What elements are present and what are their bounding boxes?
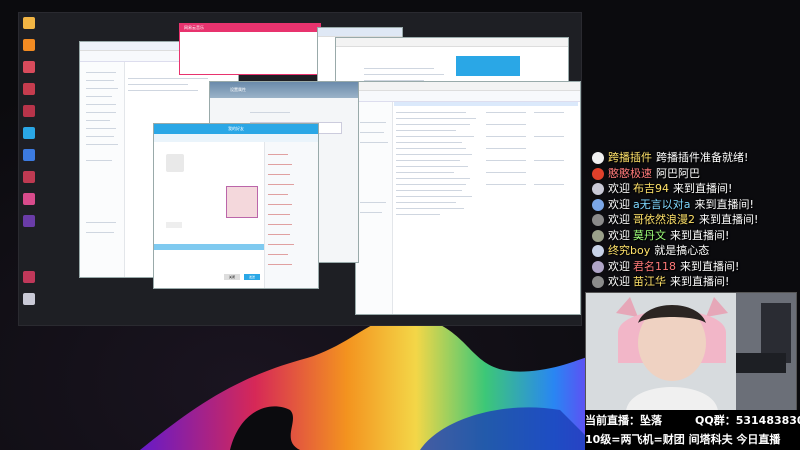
- app-icon[interactable]: [23, 149, 35, 161]
- message-body: 来到直播间!: [699, 213, 759, 226]
- user-avatar: [592, 152, 604, 164]
- username: 跨播插件: [608, 151, 652, 164]
- app-icon[interactable]: [23, 171, 35, 183]
- user-avatar: [592, 260, 604, 273]
- username: 哥依然浪漫2: [633, 213, 695, 226]
- chat-message: 欢迎 哥依然浪漫2 来到直播间!: [588, 212, 800, 228]
- app-icon[interactable]: [23, 215, 35, 227]
- app-icon[interactable]: [23, 83, 35, 95]
- chat-message: 欢迎 布吉94 来到直播间!: [588, 181, 800, 197]
- user-avatar: [592, 214, 604, 226]
- chat-message-text: 欢迎 布吉94 来到直播间!: [608, 181, 732, 197]
- username: 莫丹文: [633, 228, 666, 242]
- stream-frame: 网易云音乐 设置属性 我的好友 关闭 发送 跨播插件 跨播插件准备就绪! 憨憨极…: [0, 0, 800, 450]
- webcam-feed: [585, 292, 797, 412]
- message-body: 来到直播间!: [670, 275, 730, 288]
- message-body: 就是搞心态: [654, 244, 710, 257]
- chat-message: 欢迎 苗江华 来到直播间!: [588, 274, 800, 290]
- chat-message-text: 终究boy 就是搞心态: [608, 243, 709, 259]
- chat-message-text: 欢迎 苗江华 来到直播间!: [608, 274, 729, 290]
- user-avatar: [592, 276, 604, 288]
- browser-tab[interactable]: 网易云音乐: [180, 24, 320, 32]
- chat-message: 欢迎 君名118 来到直播间!: [588, 259, 800, 275]
- live-chat: 跨播插件 跨播插件准备就绪! 憨憨极速 阿巴阿巴 欢迎 布吉94 来到直播间! 欢迎 a无言以对…: [588, 150, 800, 290]
- chat-message-text: 欢迎 哥依然浪漫2 来到直播间!: [608, 212, 758, 228]
- streamer-image: [586, 293, 796, 411]
- username: 君名118: [633, 259, 676, 273]
- chat-message-text: 憨憨极速 阿巴阿巴: [608, 166, 700, 182]
- app-icon[interactable]: [23, 17, 35, 29]
- qq-banner: [456, 56, 520, 76]
- message-prefix: 欢迎: [608, 197, 630, 211]
- message-body: 来到直播间!: [673, 182, 733, 195]
- message-prefix: 欢迎: [608, 275, 630, 288]
- explorer-window-right[interactable]: [355, 81, 581, 315]
- ticker-text: 10级=两飞机=财团 间塔科夫 今日直播: [585, 433, 781, 446]
- browser-window[interactable]: 网易云音乐: [179, 23, 321, 75]
- message-body: 来到直播间!: [670, 228, 730, 242]
- app-icon[interactable]: [23, 61, 35, 73]
- user-avatar: [592, 167, 604, 180]
- sticker-image: [166, 154, 184, 172]
- message-body: 来到直播间!: [694, 197, 754, 211]
- message-prefix: 欢迎: [608, 213, 630, 226]
- chat-message-text: 跨播插件 跨播插件准备就绪!: [608, 150, 748, 166]
- user-avatar: [592, 183, 604, 195]
- username: 苗江华: [633, 275, 666, 288]
- message-prefix: 欢迎: [608, 182, 630, 195]
- user-avatar: [592, 245, 604, 257]
- chat-message: 终究boy 就是搞心态: [588, 243, 800, 259]
- app-icon[interactable]: [23, 127, 35, 139]
- app-icon[interactable]: [23, 271, 35, 283]
- message-body: 跨播插件准备就绪!: [656, 151, 749, 164]
- qq-chat-window[interactable]: 我的好友 关闭 发送: [153, 123, 319, 289]
- desktop-capture: 网易云音乐 设置属性 我的好友 关闭 发送: [18, 12, 582, 326]
- app-icon[interactable]: [23, 193, 35, 205]
- app-icon[interactable]: [23, 293, 35, 305]
- qq-group-label: QQ群：531483830: [695, 414, 800, 427]
- stream-info-bar: 当前直播：坠落 QQ群：531483830 10级=两飞机=财团 间塔科夫 今日…: [585, 410, 800, 450]
- message-prefix: 欢迎: [608, 228, 630, 242]
- message-body: 阿巴阿巴: [656, 166, 700, 180]
- user-avatar: [592, 229, 604, 242]
- send-button[interactable]: 发送: [244, 274, 260, 280]
- dialog-title: 设置属性: [210, 82, 358, 98]
- chat-message: 欢迎 a无言以对a 来到直播间!: [588, 197, 800, 213]
- close-button[interactable]: 关闭: [224, 274, 240, 280]
- username: 憨憨极速: [608, 166, 652, 180]
- message-body: 来到直播间!: [680, 259, 740, 273]
- chat-message: 欢迎 莫丹文 来到直播间!: [588, 228, 800, 244]
- chat-message-text: 欢迎 莫丹文 来到直播间!: [608, 228, 729, 244]
- username: 终究boy: [608, 244, 651, 257]
- username: a无言以对a: [633, 197, 691, 211]
- chat-message: 跨播插件 跨播插件准备就绪!: [588, 150, 800, 166]
- chat-message-text: 欢迎 a无言以对a 来到直播间!: [608, 197, 754, 213]
- message-prefix: 欢迎: [608, 259, 630, 273]
- current-stream-label: 当前直播：坠落: [585, 414, 662, 427]
- app-icon[interactable]: [23, 105, 35, 117]
- image-message: [226, 186, 258, 218]
- app-icon[interactable]: [23, 39, 35, 51]
- username: 布吉94: [633, 182, 669, 195]
- chat-message: 憨憨极速 阿巴阿巴: [588, 166, 800, 182]
- chat-window-title: 我的好友: [154, 124, 318, 134]
- user-avatar: [592, 198, 604, 211]
- chat-message-text: 欢迎 君名118 来到直播间!: [608, 259, 739, 275]
